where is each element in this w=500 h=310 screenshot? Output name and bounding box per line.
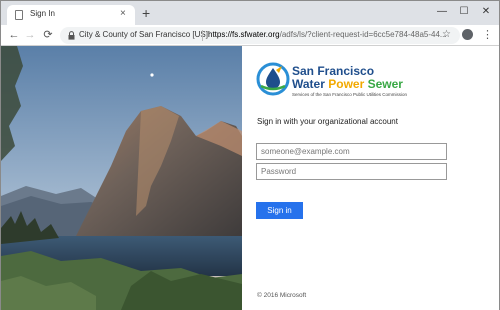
page-favicon-icon [15, 10, 23, 20]
address-bar[interactable]: City & County of San Francisco [US] http… [60, 27, 460, 44]
sign-in-prompt: Sign in with your organizational account [257, 117, 398, 126]
close-window-icon[interactable]: ✕ [476, 3, 496, 21]
logo-word-power: Power [328, 77, 365, 91]
back-arrow-icon[interactable]: ← [7, 26, 21, 44]
water-drop-logo-icon [256, 62, 290, 96]
close-icon[interactable]: × [120, 7, 126, 21]
copyright-footer: © 2016 Microsoft [257, 292, 307, 299]
sign-in-button[interactable]: Sign in [256, 202, 303, 219]
tab-sign-in[interactable]: Sign In × [7, 5, 135, 25]
browser-window: Sign In × + — ☐ ✕ ← → ⟳ City & County of… [0, 0, 500, 310]
logo-line-1: San Francisco [292, 64, 375, 78]
landscape-image [1, 46, 242, 310]
minimize-icon[interactable]: — [432, 3, 452, 21]
kebab-menu-icon[interactable]: ⋮ [482, 28, 493, 42]
plus-icon[interactable]: + [142, 5, 150, 21]
sign-in-panel: San Francisco Water Power Sewer Services… [242, 46, 499, 310]
forward-arrow-icon[interactable]: → [23, 26, 37, 44]
url-text[interactable]: https://fs.sfwater.org/adfs/ls/?client-r… [208, 30, 448, 39]
logo-tagline: Services of the San Francisco Public Uti… [292, 92, 408, 97]
page-content: San Francisco Water Power Sewer Services… [1, 46, 499, 310]
profile-icon[interactable] [462, 29, 473, 40]
lock-icon[interactable] [68, 31, 75, 40]
password-field[interactable] [256, 163, 447, 180]
url-host: https://fs.sfwater.org [208, 30, 280, 39]
browser-toolbar: ← → ⟳ City & County of San Francisco [US… [1, 25, 499, 46]
logo-word-sewer: Sewer [367, 77, 403, 91]
logo-line-2: Water Power Sewer [292, 77, 403, 91]
tab-title: Sign In [30, 9, 55, 18]
url-path: /adfs/ls/?client-request-id=6cc5e784-48a… [279, 30, 447, 39]
certificate-label[interactable]: City & County of San Francisco [US] [79, 30, 208, 39]
maximize-icon[interactable]: ☐ [454, 3, 474, 21]
reload-icon[interactable]: ⟳ [41, 26, 55, 44]
logo-word-water: Water [292, 77, 325, 91]
star-icon[interactable]: ☆ [442, 28, 451, 42]
url-separator [202, 30, 203, 41]
landscape-illustration [1, 46, 242, 310]
tab-strip: Sign In × + — ☐ ✕ [1, 1, 499, 25]
email-field[interactable] [256, 143, 447, 160]
sfpuc-logo: San Francisco Water Power Sewer Services… [256, 62, 466, 98]
